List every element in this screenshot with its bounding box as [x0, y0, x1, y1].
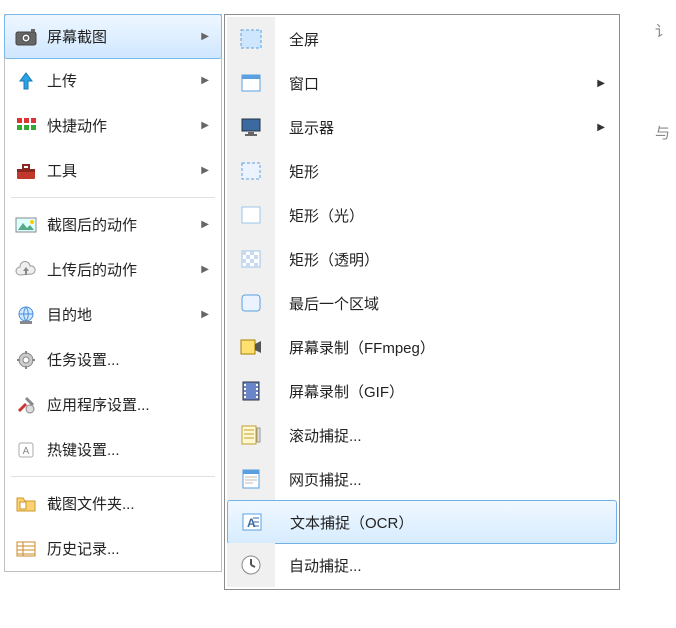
submenu-label: 滚动捕捉... [275, 413, 609, 457]
menu-separator [11, 476, 215, 477]
submenu-label: 网页捕捉... [275, 457, 609, 501]
stray-char-2: 与 [655, 122, 670, 143]
toolbox-icon [15, 162, 37, 180]
menu-label: 屏幕截图 [47, 26, 191, 47]
record-ffmpeg-icon [227, 325, 275, 369]
submenu-record-gif[interactable]: 屏幕录制（GIF） [227, 369, 617, 413]
submenu-arrow-icon: ▶ [201, 120, 213, 131]
cloud-upload-icon [15, 261, 37, 279]
submenu-arrow-icon: ▶ [201, 264, 213, 275]
menu-label: 上传 [47, 70, 191, 91]
menu-label: 历史记录... [47, 538, 213, 559]
submenu-arrow-icon: ▶ [597, 78, 605, 89]
main-menu: 屏幕截图 ▶ 上传 ▶ 快捷动作 ▶ 工具 ▶ 截图后的动作 ▶ [4, 14, 222, 572]
window-icon [227, 61, 275, 105]
menu-app-settings[interactable]: 应用程序设置... [5, 382, 221, 427]
submenu-label: 最后一个区域 [275, 281, 609, 325]
clock-icon [227, 543, 275, 587]
menu-separator [11, 197, 215, 198]
menu-label: 截图后的动作 [47, 214, 191, 235]
last-region-icon [227, 281, 275, 325]
menu-label: 热键设置... [47, 439, 213, 460]
submenu-last-region[interactable]: 最后一个区域 [227, 281, 617, 325]
submenu-fullscreen[interactable]: 全屏 [227, 17, 617, 61]
rect-light-icon [227, 193, 275, 237]
scroll-capture-icon [227, 413, 275, 457]
ocr-icon: A [228, 501, 276, 543]
camera-icon [15, 28, 37, 46]
submenu-arrow-icon: ▶ [201, 165, 213, 176]
menu-tools[interactable]: 工具 ▶ [5, 148, 221, 193]
rect-icon [227, 149, 275, 193]
menu-label: 任务设置... [47, 349, 213, 370]
rect-transparent-icon [227, 237, 275, 281]
menu-label: 截图文件夹... [47, 493, 213, 514]
menu-label: 目的地 [47, 304, 191, 325]
submenu-rectangle-transparent[interactable]: 矩形（透明） [227, 237, 617, 281]
submenu-scrolling-capture[interactable]: 滚动捕捉... [227, 413, 617, 457]
menu-screenshots-folder[interactable]: 截图文件夹... [5, 481, 221, 526]
submenu-label: 自动捕捉... [275, 543, 609, 587]
svg-text:A: A [23, 446, 30, 457]
picture-icon [15, 216, 37, 234]
menu-after-upload[interactable]: 上传后的动作 ▶ [5, 247, 221, 292]
menu-task-settings[interactable]: 任务设置... [5, 337, 221, 382]
submenu-arrow-icon: ▶ [201, 309, 213, 320]
submenu-monitor[interactable]: 显示器 ▶ [227, 105, 617, 149]
submenu-arrow-icon: ▶ [201, 219, 213, 230]
menu-label: 快捷动作 [47, 115, 191, 136]
table-icon [15, 540, 37, 558]
submenu-label: 屏幕录制（FFmpeg） [275, 325, 609, 369]
submenu-label: 窗口 [275, 61, 609, 105]
submenu-window[interactable]: 窗口 ▶ [227, 61, 617, 105]
submenu-arrow-icon: ▶ [597, 122, 605, 133]
submenu-rectangle-light[interactable]: 矩形（光） [227, 193, 617, 237]
upload-icon [15, 71, 37, 91]
gear-icon [15, 350, 37, 370]
grid-icon [15, 117, 37, 135]
submenu-label: 屏幕录制（GIF） [275, 369, 609, 413]
submenu-label: 矩形 [275, 149, 609, 193]
submenu-record-ffmpeg[interactable]: 屏幕录制（FFmpeg） [227, 325, 617, 369]
submenu-label: 文本捕捉（OCR） [276, 501, 608, 543]
submenu-auto-capture[interactable]: 自动捕捉... [227, 543, 617, 587]
stray-char-1: 讠 [655, 20, 670, 41]
submenu-label: 矩形（透明） [275, 237, 609, 281]
menu-label: 上传后的动作 [47, 259, 191, 280]
film-icon [227, 369, 275, 413]
submenu-arrow-icon: ▶ [201, 31, 213, 42]
menu-hotkey-settings[interactable]: A 热键设置... [5, 427, 221, 472]
menu-label: 应用程序设置... [47, 394, 213, 415]
folder-icon [15, 495, 37, 513]
menu-after-capture[interactable]: 截图后的动作 ▶ [5, 202, 221, 247]
submenu-webpage-capture[interactable]: 网页捕捉... [227, 457, 617, 501]
keyboard-key-icon: A [15, 440, 37, 460]
tools-gear-icon [15, 395, 37, 415]
fullscreen-icon [227, 17, 275, 61]
menu-label: 工具 [47, 160, 191, 181]
menu-destinations[interactable]: 目的地 ▶ [5, 292, 221, 337]
menu-history[interactable]: 历史记录... [5, 526, 221, 571]
monitor-icon [227, 105, 275, 149]
submenu-rectangle[interactable]: 矩形 [227, 149, 617, 193]
submenu-arrow-icon: ▶ [201, 75, 213, 86]
menu-screenshot[interactable]: 屏幕截图 ▶ [4, 14, 222, 59]
submenu-text-ocr[interactable]: A 文本捕捉（OCR） [227, 500, 617, 544]
submenu-label: 全屏 [275, 17, 609, 61]
globe-icon [15, 305, 37, 325]
submenu-label: 显示器 [275, 105, 609, 149]
submenu-label: 矩形（光） [275, 193, 609, 237]
menu-upload[interactable]: 上传 ▶ [5, 58, 221, 103]
screenshot-submenu: 全屏 窗口 ▶ 显示器 ▶ 矩形 矩形（光） 矩形（透 [224, 14, 620, 590]
menu-quick-actions[interactable]: 快捷动作 ▶ [5, 103, 221, 148]
webpage-icon [227, 457, 275, 501]
